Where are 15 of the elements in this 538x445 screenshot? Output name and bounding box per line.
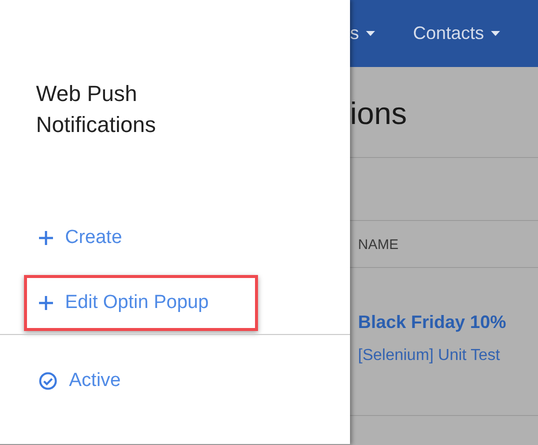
plus-icon: [39, 296, 53, 310]
page-heading: ions: [350, 103, 408, 125]
caret-icon: [366, 31, 375, 36]
plus-icon: [39, 231, 53, 245]
column-header: NAME: [358, 236, 398, 252]
menu-item[interactable]: Active: [24, 353, 258, 409]
campaign-subtitle[interactable]: [Selenium] Unit Test: [358, 347, 538, 365]
menu-item[interactable]: Edit Optin Popup: [24, 275, 258, 331]
panel-title: Web Push Notifications: [36, 80, 157, 139]
menu-item[interactable]: Create: [24, 210, 258, 266]
campaign-link[interactable]: Black Friday 10%: [358, 312, 538, 333]
check-circle-icon: [39, 372, 57, 390]
caret-icon: [491, 31, 500, 36]
nav-menu[interactable]: s: [350, 23, 375, 44]
nav-menu[interactable]: Contacts: [413, 23, 500, 44]
